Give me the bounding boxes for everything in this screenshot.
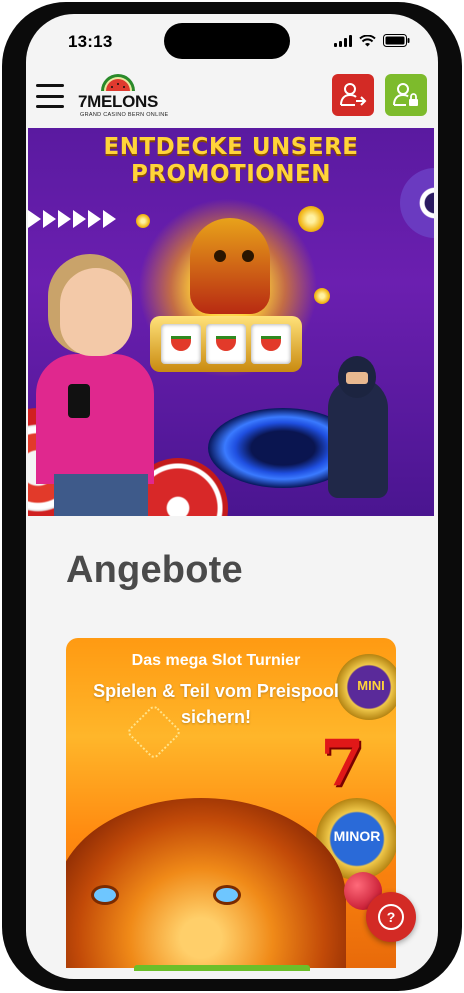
- promotions-banner[interactable]: ENTDECKE UNSERE PROMOTIONEN: [28, 128, 434, 516]
- logo-brand: 7MELONS: [78, 92, 159, 111]
- hamburger-menu-icon[interactable]: [36, 84, 64, 108]
- site-header: 7MELONS GRAND CASINO BERN ONLINE: [26, 66, 438, 128]
- login-button[interactable]: [385, 74, 427, 116]
- ninja-face-image: [346, 372, 368, 384]
- site-logo[interactable]: 7MELONS GRAND CASINO BERN ONLINE: [78, 74, 174, 124]
- help-button[interactable]: ?: [366, 892, 416, 942]
- status-time: 13:13: [68, 32, 113, 51]
- logo-tagline: GRAND CASINO BERN ONLINE: [80, 112, 169, 118]
- dragon-eye: [242, 250, 254, 262]
- slot-machine-reels-image: [150, 316, 302, 372]
- smartphone-image: [68, 384, 90, 418]
- phone-mockup: 13:13 7MELONS GRAND CASINO BERN ONLINE E…: [0, 0, 464, 993]
- minor-badge-label: MINOR: [333, 828, 381, 844]
- lion-eye: [94, 888, 116, 902]
- lion-eye: [216, 888, 238, 902]
- woman-figure-image: [36, 354, 154, 484]
- dragon-mascot-image: [190, 218, 270, 314]
- dynamic-island: [164, 23, 290, 59]
- card-headline: Das mega Slot Turnier: [131, 652, 301, 669]
- slot-tournament-card[interactable]: MINI 7 MINOR Das mega Slot Turnier Spiel…: [66, 638, 396, 968]
- banner-title: ENTDECKE UNSERE PROMOTIONEN: [28, 134, 434, 188]
- card-cta-bar[interactable]: [134, 965, 310, 971]
- lucky-seven-image: 7: [320, 726, 365, 801]
- gold-coin-image: [314, 288, 330, 304]
- question-mark-icon: ?: [378, 904, 404, 930]
- banner-title-line1: ENTDECKE UNSERE: [103, 134, 359, 160]
- register-button[interactable]: [332, 74, 374, 116]
- card-subline: Spielen & Teil vom Preispool sichern!: [93, 681, 339, 727]
- gold-coin-image: [298, 206, 324, 232]
- phone-screen: 13:13 7MELONS GRAND CASINO BERN ONLINE E…: [26, 14, 438, 979]
- gold-coin-image: [136, 214, 150, 228]
- woman-face-image: [60, 268, 132, 356]
- chevron-arrows-decoration: [28, 210, 116, 228]
- status-icons: [334, 34, 410, 47]
- user-lock-icon: [393, 83, 418, 106]
- wifi-icon: [359, 34, 376, 47]
- lion-image: [66, 798, 346, 968]
- banner-title-line2: PROMOTIONEN: [130, 161, 332, 187]
- woman-jeans-image: [54, 474, 148, 516]
- cellular-signal-icon: [334, 34, 352, 47]
- user-arrow-icon: [340, 83, 367, 106]
- status-bar: 13:13: [26, 14, 438, 64]
- offers-heading: Angebote: [66, 549, 243, 591]
- melon-logo-icon: [101, 74, 135, 91]
- battery-icon: [383, 34, 410, 47]
- dragon-eye: [214, 250, 226, 262]
